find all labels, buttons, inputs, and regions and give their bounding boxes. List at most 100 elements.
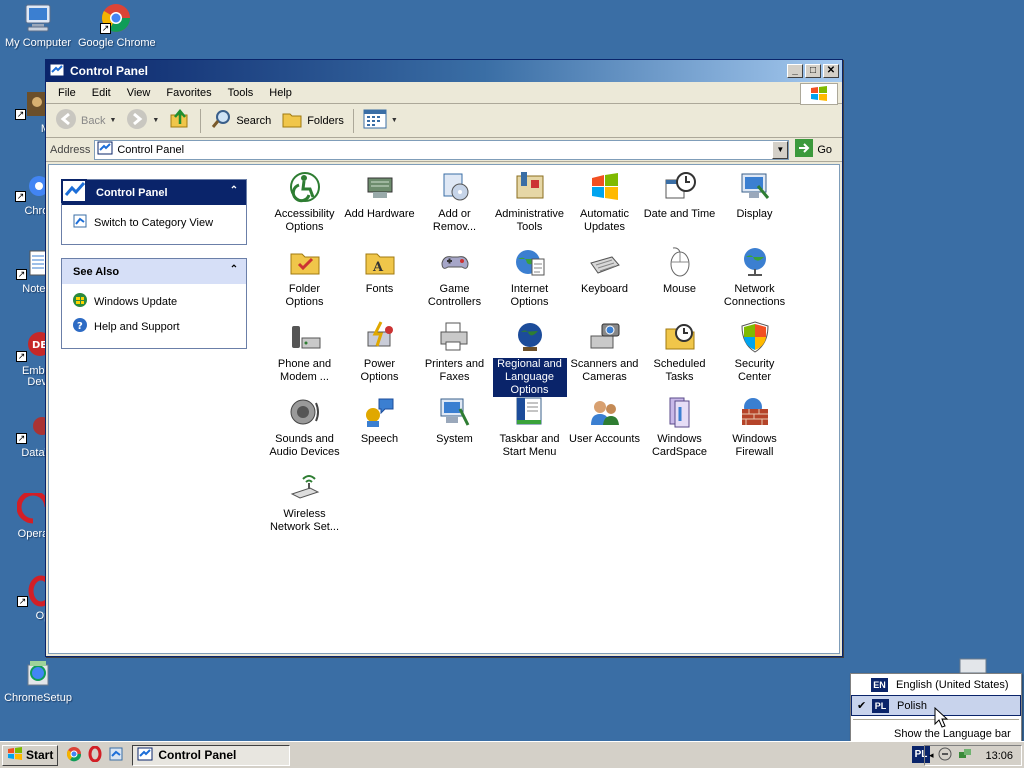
cp-item-scanners-cameras[interactable]: Scanners and Cameras (567, 315, 642, 390)
security-alert-icon[interactable] (937, 746, 953, 765)
cp-item-label: Internet Options (510, 283, 549, 308)
cp-item-accessibility[interactable]: Accessibility Options (267, 165, 342, 240)
see-also-header[interactable]: See Also ⌃ (62, 259, 246, 284)
quick-launch (66, 745, 124, 765)
taskbar: Start Control Panel PL ◂ 13:06 (0, 741, 1024, 768)
cp-item-phone-modem[interactable]: Phone and Modem ... (267, 315, 342, 390)
clock[interactable]: 13:06 (985, 750, 1013, 762)
chrome-icon: ↗ (100, 2, 132, 34)
cp-item-regional-language[interactable]: Regional and Language Options (492, 315, 567, 397)
cp-item-label: Speech (360, 433, 399, 445)
cp-item-system[interactable]: System (417, 390, 492, 465)
cp-item-automatic-updates[interactable]: Automatic Updates (567, 165, 642, 240)
desktop-icon-my-computer[interactable]: My Computer (0, 2, 76, 49)
collapse-icon[interactable]: ⌃ (228, 265, 240, 277)
cp-item-network-connections[interactable]: Network Connections (717, 240, 792, 315)
tray-expand-icon[interactable]: ◂ (929, 750, 934, 761)
date-time-icon (663, 170, 697, 204)
cp-item-wireless-network[interactable]: Wireless Network Set... (267, 465, 342, 540)
maximize-button[interactable]: □ (805, 64, 821, 78)
cp-item-taskbar-start-menu[interactable]: Taskbar and Start Menu (492, 390, 567, 465)
cp-item-label: Power Options (360, 358, 399, 383)
go-button[interactable]: Go (793, 139, 838, 160)
cp-item-label: Display (736, 208, 773, 220)
cp-item-label: Mouse (662, 283, 697, 295)
forward-button[interactable]: ▼ (123, 106, 162, 135)
administrative-tools-icon (513, 170, 547, 204)
search-button[interactable]: Search (207, 106, 274, 135)
folders-button[interactable]: Folders (278, 106, 347, 135)
window-title: Control Panel (70, 64, 149, 78)
help-support-link[interactable]: ? Help and Support (72, 317, 236, 336)
cp-item-fonts[interactable]: A Fonts (342, 240, 417, 315)
chrome-icon[interactable] (66, 746, 82, 765)
windows-update-icon (72, 292, 88, 311)
network-icon[interactable] (957, 746, 973, 765)
cp-item-printers-faxes[interactable]: Printers and Faxes (417, 315, 492, 390)
phone-modem-icon (288, 320, 322, 354)
show-desktop-icon[interactable] (108, 746, 124, 765)
cp-item-date-time[interactable]: Date and Time (642, 165, 717, 240)
views-button[interactable]: ▼ (360, 107, 401, 134)
keyboard-icon (588, 245, 622, 279)
cp-item-game-controllers[interactable]: Game Controllers (417, 240, 492, 315)
cp-item-power-options[interactable]: Power Options (342, 315, 417, 390)
menu-favorites[interactable]: Favorites (158, 85, 219, 101)
forward-arrow-icon (126, 108, 148, 133)
cp-item-internet-options[interactable]: Internet Options (492, 240, 567, 315)
cp-item-folder-options[interactable]: Folder Options (267, 240, 342, 315)
close-button[interactable]: ✕ (823, 64, 839, 78)
security-center-icon (738, 320, 772, 354)
cp-item-scheduled-tasks[interactable]: Scheduled Tasks (642, 315, 717, 390)
opera-icon[interactable] (87, 745, 103, 765)
title-bar[interactable]: Control Panel _ □ ✕ (46, 60, 842, 82)
mouse-pointer-icon (934, 706, 949, 732)
cp-item-display[interactable]: Display (717, 165, 792, 240)
cp-item-sounds-audio[interactable]: Sounds and Audio Devices (267, 390, 342, 465)
language-item-english[interactable]: EN English (United States) (851, 674, 1021, 695)
chevron-down-icon[interactable]: ▼ (109, 117, 116, 124)
cp-item-administrative-tools[interactable]: Administrative Tools (492, 165, 567, 240)
switch-category-view-link[interactable]: Switch to Category View (72, 213, 236, 232)
menu-file[interactable]: File (50, 85, 84, 101)
cp-item-cardspace[interactable]: Windows CardSpace (642, 390, 717, 465)
cp-item-label: Taskbar and Start Menu (499, 433, 560, 458)
cp-item-firewall[interactable]: Windows Firewall (717, 390, 792, 465)
collapse-icon[interactable]: ⌃ (228, 186, 240, 198)
windows-update-link[interactable]: Windows Update (72, 292, 236, 311)
back-button[interactable]: Back ▼ (52, 106, 119, 135)
search-label: Search (236, 114, 272, 127)
menu-tools[interactable]: Tools (220, 85, 262, 101)
cp-item-add-remove-programs[interactable]: Add or Remov... (417, 165, 492, 240)
taskbar-button-control-panel[interactable]: Control Panel (132, 744, 291, 766)
cp-item-speech[interactable]: Speech (342, 390, 417, 465)
partial-desktop-icon[interactable] (958, 657, 988, 674)
up-folder-button[interactable] (166, 106, 194, 135)
chromesetup-icon (22, 657, 54, 689)
cp-item-keyboard[interactable]: Keyboard (567, 240, 642, 315)
menu-edit[interactable]: Edit (84, 85, 119, 101)
control-panel-pane: Control Panel ⌃ Switch to Category View (61, 179, 247, 245)
start-button[interactable]: Start (2, 744, 59, 766)
address-input[interactable]: Control Panel ▼ (94, 139, 790, 160)
cp-item-user-accounts[interactable]: User Accounts (567, 390, 642, 465)
control-panel-items: Accessibility Options Add Hardware Add or … (267, 165, 792, 540)
chevron-down-icon[interactable]: ▼ (152, 117, 159, 124)
cp-item-add-hardware[interactable]: Add Hardware (342, 165, 417, 240)
minimize-button[interactable]: _ (787, 64, 803, 78)
desktop-icon-google-chrome[interactable]: ↗ Google Chrome (78, 2, 156, 49)
cp-item-mouse[interactable]: Mouse (642, 240, 717, 315)
menu-help[interactable]: Help (261, 85, 300, 101)
fonts-icon: A (363, 245, 397, 279)
control-panel-pane-header[interactable]: Control Panel ⌃ (61, 179, 246, 205)
views-icon (363, 109, 387, 132)
desktop-icon-chromesetup[interactable]: ChromeSetup (0, 657, 76, 704)
system-tray: ◂ 13:06 (923, 745, 1022, 766)
windows-logo-icon (7, 746, 23, 764)
language-item-label: Polish (897, 699, 927, 712)
menu-view[interactable]: View (119, 85, 159, 101)
cp-item-security-center[interactable]: Security Center (717, 315, 792, 390)
address-dropdown-button[interactable]: ▼ (772, 140, 789, 159)
cp-item-label: Wireless Network Set... (269, 508, 340, 533)
go-label: Go (817, 143, 832, 156)
